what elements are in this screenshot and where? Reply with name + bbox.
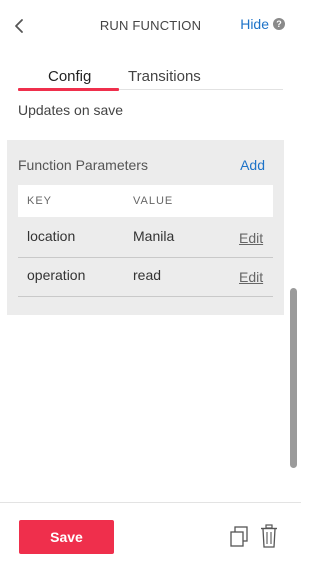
panel-header: RUN FUNCTION Hide ? <box>0 0 301 52</box>
edit-button[interactable]: Edit <box>239 269 263 285</box>
active-tab-indicator <box>18 88 119 91</box>
add-parameter-button[interactable]: Add <box>240 157 265 173</box>
hide-label: Hide <box>240 16 269 32</box>
trash-icon <box>261 524 277 548</box>
scrollbar[interactable] <box>290 52 298 472</box>
help-icon[interactable]: ? <box>273 18 285 30</box>
duplicate-button[interactable] <box>229 524 249 548</box>
column-header-value: VALUE <box>133 195 174 207</box>
row-divider <box>18 296 273 297</box>
param-key: location <box>27 228 76 244</box>
panel-footer: Save <box>0 502 301 566</box>
column-header-key: KEY <box>27 195 53 207</box>
param-value: Manila <box>133 228 175 244</box>
row-divider <box>18 257 273 258</box>
hide-button[interactable]: Hide ? <box>240 16 285 32</box>
table-header: KEY VALUE <box>18 185 273 217</box>
section-title: Function Parameters <box>18 157 148 173</box>
save-button[interactable]: Save <box>19 520 114 554</box>
scrollbar-thumb[interactable] <box>290 288 297 468</box>
table-row: operation read Edit <box>18 259 273 297</box>
delete-button[interactable] <box>259 523 279 549</box>
tab-config[interactable]: Config <box>48 68 91 85</box>
tab-bar: Config Transitions <box>18 66 283 91</box>
function-parameters-section: Function Parameters Add KEY VALUE locati… <box>7 140 284 315</box>
param-value: read <box>133 267 162 283</box>
tab-transitions[interactable]: Transitions <box>128 68 201 85</box>
updates-note: Updates on save <box>18 102 124 118</box>
run-function-panel: RUN FUNCTION Hide ? Config Transitions U… <box>0 0 301 566</box>
edit-button[interactable]: Edit <box>239 230 263 246</box>
table-row: location Manila Edit <box>18 220 273 258</box>
param-key: operation <box>27 267 86 283</box>
duplicate-icon <box>230 526 248 547</box>
